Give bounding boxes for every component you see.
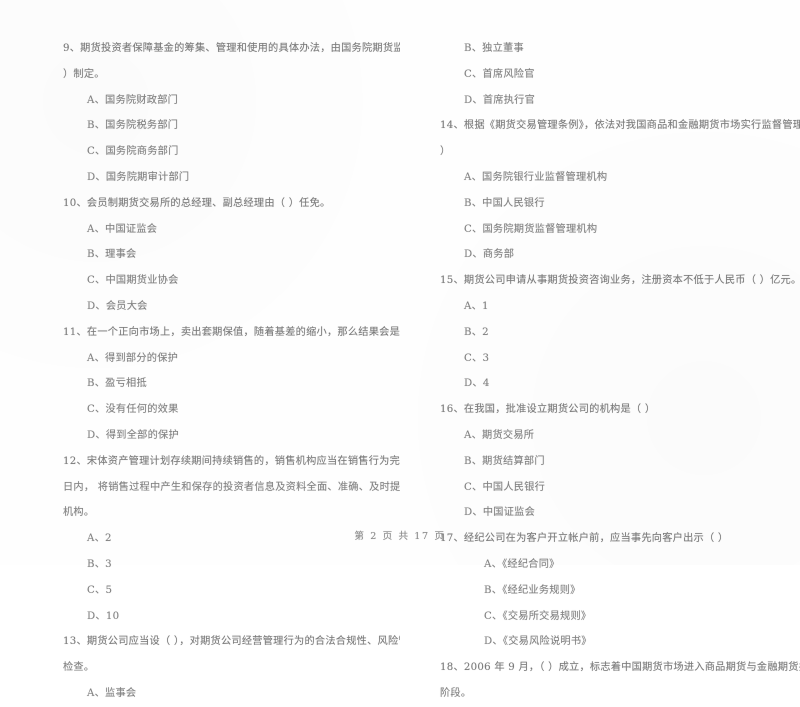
document-page: 9、期货投资者保障基金的筹集、管理和使用的具体办法，由国务院期货监督管理机构会同… [0,0,800,699]
question-10-option-b[interactable]: B、理事会 [63,242,394,268]
left-column: 9、期货投资者保障基金的筹集、管理和使用的具体办法，由国务院期货监督管理机构会同… [0,36,400,707]
question-10-option-a[interactable]: A、中国证监会 [63,217,394,243]
question-15-option-a[interactable]: A、1 [440,294,792,320]
question-14: 14、根据《期货交易管理条例》，依法对我国商品和金融期货市场实行监督管理的机构是… [440,120,800,132]
question-16-option-a[interactable]: A、期货交易所 [440,423,792,449]
question-12-option-d[interactable]: D、10 [63,604,394,630]
question-17-option-c[interactable]: C、《交易所交易规则》 [440,604,792,630]
question-9-option-b[interactable]: B、国务院税务部门 [63,113,394,139]
question-10-option-d[interactable]: D、会员大会 [63,294,394,320]
question-13-option-a[interactable]: A、监事会 [63,681,394,707]
question-13-option-c[interactable]: C、首席风险官 [440,62,792,88]
question-14-option-b[interactable]: B、中国人民银行 [440,191,792,217]
question-13-option-b[interactable]: B、独立董事 [440,36,792,62]
question-13-continuation: 检查。 [63,662,95,674]
question-12-continuation-2: 机构。 [63,507,95,519]
question-10-option-c[interactable]: C、中国期货业协会 [63,268,394,294]
question-14-continuation: ） [440,146,451,158]
question-17-option-d[interactable]: D、《交易风险说明书》 [440,629,792,655]
question-16-option-b[interactable]: B、期货结算部门 [440,449,792,475]
question-18: 18、2006 年 9 月，（ ）成立，标志着中国期货市场进入商品期货与金融期货… [440,662,800,674]
question-9-option-d[interactable]: D、国务院期审计部门 [63,165,394,191]
question-12-continuation: 日内， 将销售过程中产生和保存的投资者信息及资料全面、准确、及时提供给证券期货经… [63,481,400,493]
question-18-continuation: 阶段。 [440,687,472,699]
question-16-option-d[interactable]: D、中国证监会 [440,500,792,526]
question-11: 11、在一个正向市场上，卖出套期保值，随着基差的缩小，那么结果会是（ ） [63,326,400,338]
question-13: 13、期货公司应当设（ ），对期货公司经营管理行为的合法合规性、风险管理进行监督… [63,636,400,648]
question-11-option-b[interactable]: B、盈亏相抵 [63,371,394,397]
question-9: 9、期货投资者保障基金的筹集、管理和使用的具体办法，由国务院期货监督管理机构会同… [63,43,400,54]
question-14-option-d[interactable]: D、商务部 [440,242,792,268]
question-11-option-d[interactable]: D、得到全部的保护 [63,423,394,449]
question-12-option-c[interactable]: C、5 [63,578,394,604]
question-9-continuation: ）制定。 [63,68,105,80]
question-16-option-c[interactable]: C、中国人民银行 [440,475,792,501]
two-column-body: 9、期货投资者保障基金的筹集、管理和使用的具体办法，由国务院期货监督管理机构会同… [0,36,800,707]
question-11-option-c[interactable]: C、没有任何的效果 [63,397,394,423]
page-footer: 第 2 页 共 17 页 [354,531,446,542]
question-16: 16、在我国，批准设立期货公司的机构是（ ） [440,404,656,416]
question-17-option-b[interactable]: B、《经纪业务规则》 [440,578,792,604]
question-10: 10、会员制期货交易所的总经理、副总经理由（ ）任免。 [63,197,331,209]
question-13-option-d[interactable]: D、首席执行官 [440,88,792,114]
right-column: B、独立董事 C、首席风险官 D、首席执行官 14、根据《期货交易管理条例》，依… [400,36,800,707]
question-14-option-a[interactable]: A、国务院银行业监督管理机构 [440,165,792,191]
question-14-option-c[interactable]: C、国务院期货监督管理机构 [440,217,792,243]
question-11-option-a[interactable]: A、得到部分的保护 [63,346,394,372]
question-9-option-a[interactable]: A、国务院财政部门 [63,88,394,114]
question-15-option-b[interactable]: B、2 [440,320,792,346]
question-12: 12、宋体资产管理计划存续期间持续销售的，销售机构应当在销售行为完成后（ ）个工… [63,455,400,467]
question-15-option-d[interactable]: D、4 [440,371,792,397]
question-15-option-c[interactable]: C、3 [440,346,792,372]
question-15: 15、期货公司申请从事期货投资咨询业务，注册资本不低于人民币（ ）亿元。 [440,275,800,287]
question-9-option-c[interactable]: C、国务院商务部门 [63,139,394,165]
